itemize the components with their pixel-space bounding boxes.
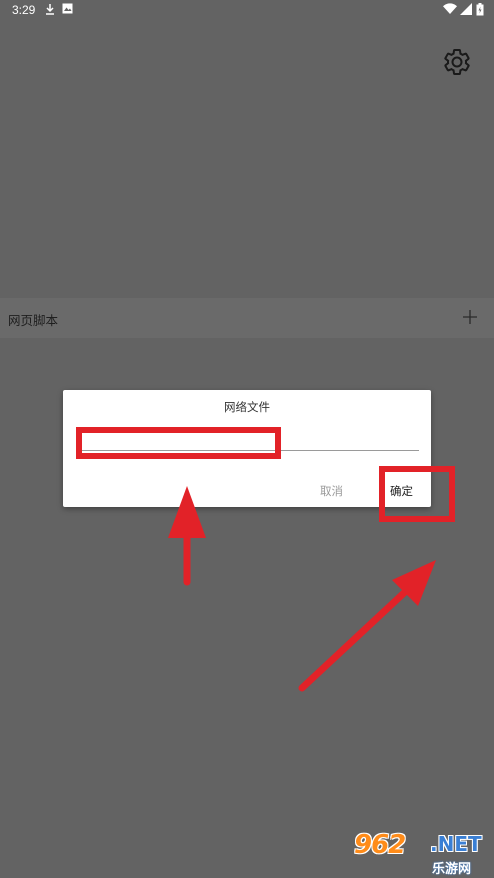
watermark-suffix: .NET	[430, 832, 482, 856]
watermark-number: 962	[354, 830, 406, 860]
gear-icon	[444, 49, 470, 75]
wifi-icon	[443, 3, 457, 18]
plus-icon	[463, 310, 477, 324]
cancel-button[interactable]: 取消	[320, 483, 343, 499]
dialog-title: 网络文件	[224, 400, 270, 414]
ok-button[interactable]: 确定	[390, 483, 413, 499]
add-script-button[interactable]	[460, 307, 480, 327]
signal-icon	[460, 3, 472, 18]
status-bar: 3:29	[0, 0, 494, 22]
watermark-subtitle: 乐游网	[432, 862, 472, 877]
diagonal-arrow-head	[392, 560, 436, 606]
battery-icon	[476, 3, 484, 19]
url-input[interactable]	[76, 427, 419, 451]
section-title: 网页脚本	[8, 313, 59, 328]
section-header: 网页脚本	[0, 298, 494, 338]
status-time: 3:29	[12, 3, 36, 17]
settings-button[interactable]	[442, 47, 472, 77]
image-icon	[62, 3, 73, 17]
download-icon	[44, 3, 56, 19]
network-file-dialog: 网络文件	[63, 390, 431, 507]
diagonal-arrow-shaft	[298, 588, 409, 692]
site-watermark: 962 .NET 乐游网	[352, 828, 492, 877]
